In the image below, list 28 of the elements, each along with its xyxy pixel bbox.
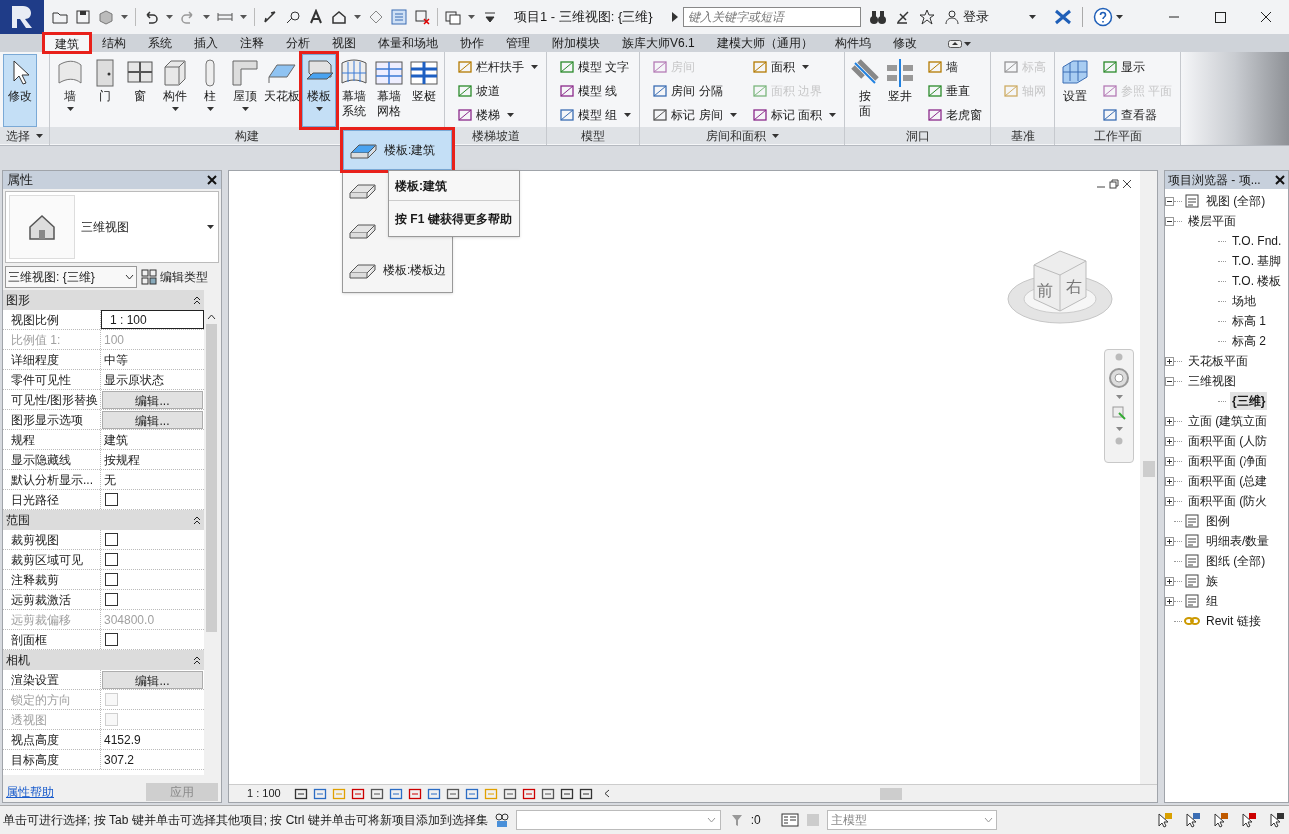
property-label: 锁定的方向 <box>3 690 101 709</box>
property-label: 视点高度 <box>3 730 101 749</box>
property-label: 透视图 <box>3 710 101 729</box>
property-label: 详细程度 <box>3 350 101 369</box>
property-label: 裁剪区域可见 <box>3 550 101 569</box>
property-label: 显示隐藏线 <box>3 450 101 469</box>
property-label: 日光路径 <box>3 490 101 509</box>
property-label: 零件可见性 <box>3 370 101 389</box>
property-label: 裁剪视图 <box>3 530 101 549</box>
property-label: 图形显示选项 <box>3 410 101 429</box>
property-label: 远剪裁激活 <box>3 590 101 609</box>
status-message: 单击可进行选择; 按 Tab 键并单击可选择其他项目; 按 Ctrl 键并单击可将新项目添加到选择集 <box>2 812 488 829</box>
property-label: 视图比例 <box>3 310 101 329</box>
tooltip-title: 楼板:建筑 <box>389 171 519 201</box>
property-label: 渲染设置 <box>3 670 101 689</box>
property-label: 远剪裁偏移 <box>3 610 101 629</box>
property-label: 规程 <box>3 430 101 449</box>
panel-title: 项目浏览器 - 项... <box>1168 172 1261 189</box>
property-label: 注释裁剪 <box>3 570 101 589</box>
panel-title: 属性 <box>7 171 33 190</box>
tooltip-help: 按 F1 键获得更多帮助 <box>394 210 513 228</box>
property-label: 比例值 1: <box>3 330 101 349</box>
property-label: 剖面框 <box>3 630 101 649</box>
property-label: 目标高度 <box>3 750 101 769</box>
property-label: 可见性/图形替换 <box>3 390 101 409</box>
property-label: 默认分析显示... <box>3 470 101 489</box>
window-title: 项目1 - 三维视图: {三维} <box>514 8 653 27</box>
selection-count: :0 <box>750 812 761 829</box>
